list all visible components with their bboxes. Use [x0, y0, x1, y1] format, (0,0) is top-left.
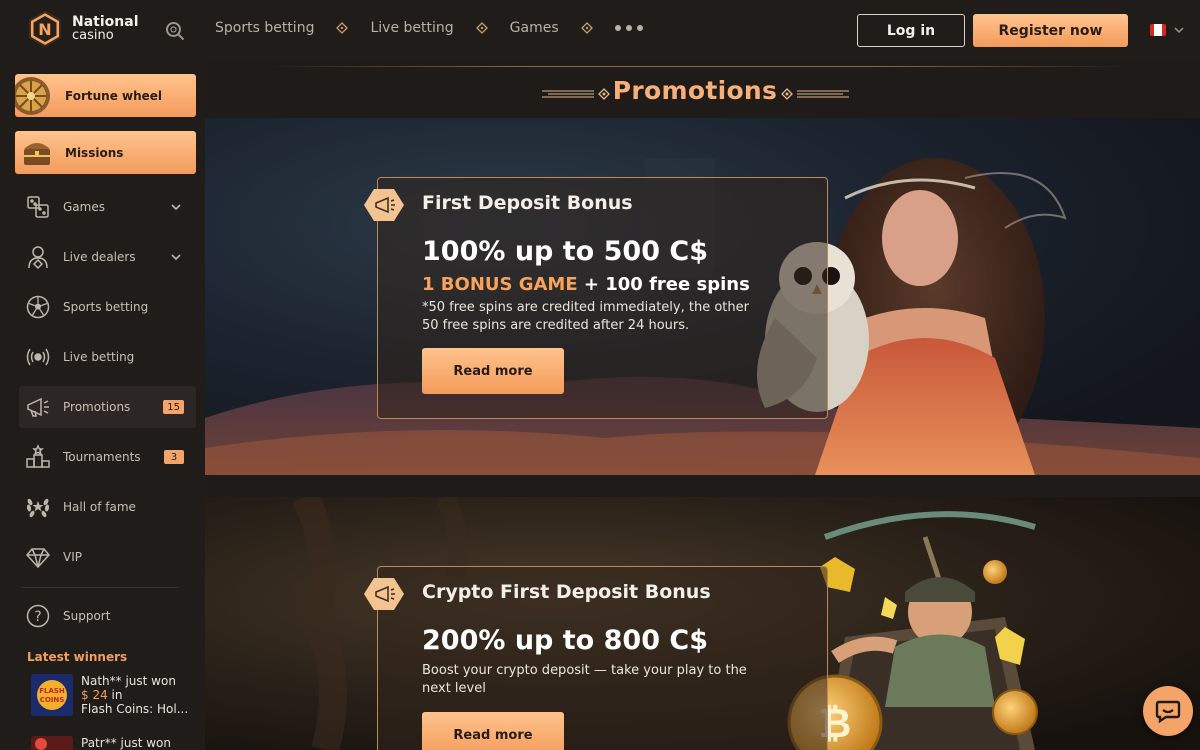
diamond-separator-icon: [475, 22, 488, 34]
logo-letter: N: [38, 20, 51, 39]
laurel-icon: [26, 498, 50, 518]
promo-description: *50 free spins are credited immediately,…: [422, 300, 749, 333]
sidebar-item-tournaments[interactable]: Tournaments 3: [19, 436, 196, 478]
nav-sports-betting[interactable]: Sports betting: [215, 20, 314, 36]
winner-name: Patr** just won: [81, 736, 171, 750]
flash-coins-thumbnail-icon: FLASH COINS: [31, 674, 73, 716]
chat-bubble-icon: [1155, 700, 1181, 724]
chevron-down-icon: [171, 254, 181, 261]
games-icon: [27, 196, 49, 218]
sidebar-item-label: Games: [63, 200, 105, 214]
missions-tile[interactable]: Missions: [15, 131, 196, 174]
nav-live-betting[interactable]: Live betting: [370, 20, 453, 36]
promo-title: Crypto First Deposit Bonus: [422, 581, 711, 603]
promo-subheadline: 1 BONUS GAME + 100 free spins: [422, 274, 750, 295]
sidebar-menu: Games Live dealers Sports betting Live b…: [19, 186, 196, 586]
chevron-down-icon: [1174, 27, 1184, 34]
svg-text:?: ?: [34, 609, 41, 625]
megaphone-tag-icon: [364, 578, 404, 610]
chevron-down-icon: [171, 204, 181, 211]
promo-banner-crypto-deposit: ₿ Crypto First Deposit Bonus 200% up to …: [205, 497, 1200, 750]
sidebar-item-label: Support: [63, 609, 111, 623]
sidebar-item-label: Hall of fame: [63, 500, 136, 514]
free-spins-text: + 100 free spins: [577, 274, 750, 295]
sidebar-item-games[interactable]: Games: [19, 186, 196, 228]
language-selector[interactable]: [1150, 24, 1184, 36]
fortune-wheel-icon: [15, 77, 50, 115]
podium-icon: [26, 444, 50, 468]
top-header: N National casino Sports betting Live be…: [0, 0, 1200, 62]
game-thumbnail: [31, 736, 73, 750]
sidebar-item-label: Live dealers: [63, 250, 136, 264]
help-question-icon: ?: [26, 604, 50, 628]
sidebar-item-hall-of-fame[interactable]: Hall of fame: [19, 486, 196, 528]
canada-flag-icon: [1150, 24, 1166, 36]
winner-name: Nath** just won: [81, 674, 176, 688]
promo-headline: 200% up to 800 C$: [422, 625, 708, 656]
svg-text:COINS: COINS: [40, 696, 65, 704]
promotions-count-badge: 15: [163, 400, 184, 414]
sidebar-item-label: Sports betting: [63, 300, 149, 314]
page-title: Promotions: [612, 76, 778, 105]
bonus-game-highlight: 1 BONUS GAME: [422, 274, 578, 295]
fortune-wheel-tile[interactable]: Fortune wheel: [15, 74, 196, 117]
promo-banner-first-deposit: First Deposit Bonus 100% up to 500 C$ 1 …: [205, 118, 1200, 475]
sidebar-divider: [22, 587, 178, 588]
login-button[interactable]: Log in: [857, 14, 965, 47]
diamond-separator-icon: [580, 22, 593, 34]
sidebar: Fortune wheel Missions Games Live dealer…: [0, 62, 205, 750]
promo-headline: 100% up to 500 C$: [422, 236, 708, 267]
register-button[interactable]: Register now: [973, 14, 1128, 47]
sidebar-item-label: Tournaments: [63, 450, 141, 464]
sidebar-item-label: Promotions: [63, 400, 131, 414]
nav-games[interactable]: Games: [510, 20, 559, 36]
megaphone-tag-icon: [364, 189, 404, 221]
game-thumbnail: FLASH COINS: [31, 674, 73, 716]
brand-name-line1: National: [72, 14, 139, 30]
winner-amount: $ 24: [81, 688, 108, 702]
search-icon[interactable]: [164, 20, 186, 42]
soccer-ball-icon: [26, 295, 50, 319]
missions-label: Missions: [65, 145, 124, 160]
header-rule: [269, 66, 1129, 67]
promo-title: First Deposit Bonus: [422, 192, 633, 214]
winner-in-word: in: [111, 688, 123, 702]
megaphone-icon: [27, 397, 49, 417]
treasure-chest-icon: [24, 143, 50, 165]
sidebar-item-vip[interactable]: VIP: [19, 536, 196, 578]
promo-description: Boost your crypto deposit — take your pl…: [422, 663, 747, 696]
promo-card: Crypto First Deposit Bonus 200% up to 80…: [364, 566, 828, 750]
sidebar-item-support[interactable]: ? Support: [19, 595, 196, 637]
diamond-separator-icon: [336, 22, 349, 34]
latest-winners-title: Latest winners: [27, 650, 128, 664]
brand-logo[interactable]: N National casino: [26, 10, 139, 48]
broadcast-icon: [26, 348, 50, 366]
chat-support-button[interactable]: [1143, 686, 1193, 736]
brand-name-line2: casino: [72, 28, 114, 43]
more-dots-icon[interactable]: [614, 25, 643, 31]
game-thumbnail-icon: [31, 736, 73, 750]
live-dealer-icon: [28, 246, 48, 270]
page-header: Promotions: [205, 62, 1200, 118]
winner-game[interactable]: Flash Coins: Hol...: [81, 702, 188, 716]
sidebar-item-label: VIP: [63, 550, 82, 564]
tournaments-count-badge: 3: [164, 450, 184, 464]
svg-text:FLASH: FLASH: [39, 687, 65, 695]
sidebar-item-label: Live betting: [63, 350, 135, 364]
diamond-icon: [26, 548, 50, 569]
read-more-button[interactable]: Read more: [422, 348, 564, 394]
sidebar-item-sports-betting[interactable]: Sports betting: [19, 286, 196, 328]
winner-item[interactable]: FLASH COINS Nath** just won $ 24 in Flas…: [31, 674, 201, 720]
title-ornament-right-icon: [781, 88, 849, 100]
promo-card: First Deposit Bonus 100% up to 500 C$ 1 …: [364, 177, 828, 419]
top-navigation: Sports betting Live betting Games: [215, 20, 643, 36]
logo-badge-icon: N: [29, 10, 61, 48]
fortune-wheel-label: Fortune wheel: [65, 88, 163, 103]
winner-item[interactable]: Patr** just won: [31, 736, 201, 750]
sidebar-item-promotions[interactable]: Promotions 15: [19, 386, 196, 428]
sidebar-item-live-betting[interactable]: Live betting: [19, 336, 196, 378]
read-more-button[interactable]: Read more: [422, 712, 564, 750]
sidebar-item-live-dealers[interactable]: Live dealers: [19, 236, 196, 278]
